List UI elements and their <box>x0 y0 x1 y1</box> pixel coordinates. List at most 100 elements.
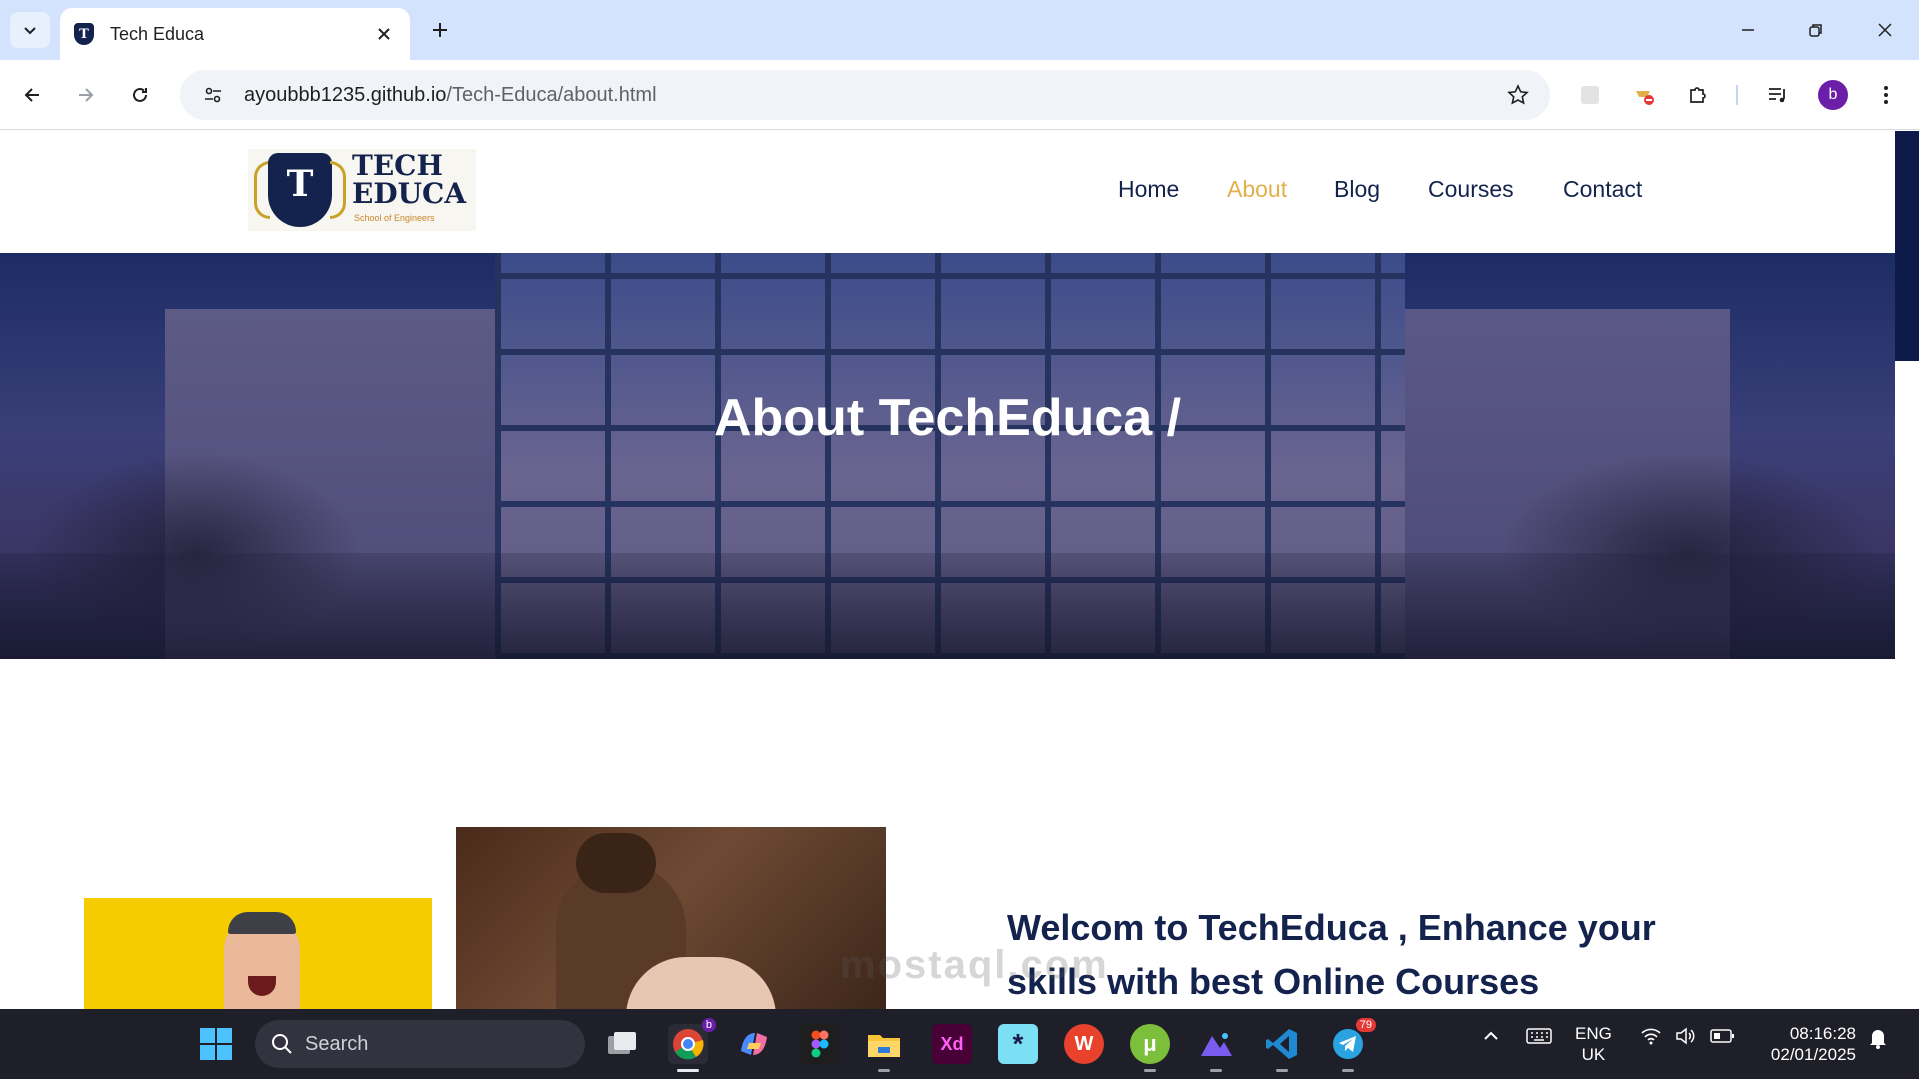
reload-button[interactable] <box>120 75 160 115</box>
logo-mark: T <box>286 163 314 205</box>
taskbar-photos[interactable] <box>1196 1024 1236 1072</box>
tab-close-button[interactable] <box>372 22 396 46</box>
page-scrollbar[interactable] <box>1895 131 1919 1009</box>
arrow-right-icon <box>79 88 94 102</box>
star-icon <box>1507 84 1529 105</box>
battery-icon <box>1710 1029 1735 1043</box>
chevron-up-icon <box>1484 1031 1498 1040</box>
extension-button-2[interactable] <box>1624 75 1664 115</box>
chrome-icon <box>673 1029 704 1060</box>
more-vertical-icon <box>1884 86 1888 104</box>
logo-line2: EDUCA <box>352 177 467 210</box>
taskbar-figma[interactable] <box>800 1024 840 1064</box>
plus-icon <box>433 23 447 37</box>
hero-trees-right <box>1500 453 1880 653</box>
vscode-icon <box>1266 1029 1297 1059</box>
bookmark-button[interactable] <box>1496 73 1540 117</box>
nav-link-blog[interactable]: Blog <box>1334 176 1380 203</box>
site-favicon: T <box>74 23 94 45</box>
profile-avatar[interactable]: b <box>1818 80 1848 110</box>
new-tab-button[interactable] <box>424 14 456 46</box>
clock-date: 02/01/2025 <box>1770 1045 1856 1064</box>
taskbar-utorrent[interactable]: μ <box>1130 1024 1170 1072</box>
chevron-down-icon <box>24 27 36 35</box>
task-view-button[interactable] <box>602 1024 642 1064</box>
close-icon <box>1878 23 1892 37</box>
tab-search-button[interactable] <box>10 12 50 48</box>
nav-link-about[interactable]: About <box>1227 176 1287 203</box>
nav-link-courses[interactable]: Courses <box>1428 176 1514 203</box>
quick-settings-button[interactable] <box>1640 1027 1736 1050</box>
taskbar-telegram[interactable]: 79 <box>1328 1018 1376 1072</box>
puzzle-icon <box>1690 87 1706 103</box>
folder-icon <box>868 1035 900 1057</box>
address-bar[interactable]: ayoubbb1235.github.io/Tech-Educa/about.h… <box>180 70 1550 120</box>
taskbar-file-explorer[interactable] <box>864 1024 904 1072</box>
url-text: ayoubbb1235.github.io/Tech-Educa/about.h… <box>244 84 1496 107</box>
browser-tab-active[interactable]: T Tech Educa <box>60 8 410 60</box>
running-app-indicator <box>1342 1069 1354 1072</box>
extension-button-1[interactable] <box>1570 75 1610 115</box>
show-hidden-icons-button[interactable] <box>1482 1027 1500 1050</box>
taskbar-clock[interactable]: 08:16:28 02/01/2025 <box>1760 1023 1856 1065</box>
notifications-button[interactable] <box>1868 1027 1888 1054</box>
close-window-button[interactable] <box>1855 8 1915 52</box>
media-control-button[interactable] <box>1758 75 1798 115</box>
extensions-menu-button[interactable] <box>1678 75 1718 115</box>
telegram-icon <box>1333 1029 1363 1059</box>
reload-icon <box>133 87 147 102</box>
browser-toolbar: ayoubbb1235.github.io/Tech-Educa/about.h… <box>0 60 1919 130</box>
watermark-text: mostaql.com <box>840 943 1109 987</box>
input-language-indicator[interactable]: ENG UK <box>1575 1023 1612 1065</box>
running-app-indicator <box>1144 1069 1156 1072</box>
bell-icon <box>1870 1030 1886 1049</box>
woman-bun <box>576 833 656 893</box>
url-host: ayoubbb1235.github.io <box>244 83 447 106</box>
back-button[interactable] <box>12 75 52 115</box>
tab-title: Tech Educa <box>110 23 205 44</box>
scrollbar-thumb[interactable] <box>1895 131 1919 361</box>
search-icon <box>272 1034 292 1054</box>
nav-link-home[interactable]: Home <box>1118 176 1179 203</box>
tune-icon <box>205 87 221 103</box>
active-app-indicator <box>677 1069 699 1072</box>
touch-keyboard-button[interactable] <box>1526 1027 1552 1050</box>
restore-icon <box>1809 24 1822 37</box>
close-icon <box>378 28 390 40</box>
wifi-icon <box>1641 1028 1661 1045</box>
restore-button[interactable] <box>1786 8 1846 52</box>
chrome-profile-badge: b <box>701 1018 716 1032</box>
minimize-button[interactable] <box>1718 8 1778 52</box>
browser-tabstrip: T Tech Educa <box>0 0 1919 60</box>
nav-link-contact[interactable]: Contact <box>1563 176 1642 203</box>
volume-icon <box>1676 1027 1695 1045</box>
hero-banner: About TechEduca / <box>0 253 1895 659</box>
language-code: ENG <box>1575 1024 1612 1043</box>
keyboard-layout: UK <box>1581 1045 1606 1064</box>
taskbar-wps-office[interactable]: W <box>1064 1024 1104 1064</box>
site-header: T TECH EDUCA School of Engineers Home Ab… <box>0 131 1895 253</box>
taskbar-copilot[interactable] <box>734 1024 774 1064</box>
forward-button[interactable] <box>66 75 106 115</box>
task-view-icon <box>608 1032 636 1054</box>
taskbar-vscode[interactable] <box>1262 1024 1302 1072</box>
windows-logo-icon <box>200 1028 232 1060</box>
clock-time: 08:16:28 <box>1789 1024 1856 1043</box>
running-app-indicator <box>1276 1069 1288 1072</box>
site-logo[interactable]: T TECH EDUCA School of Engineers <box>248 149 476 231</box>
copilot-icon <box>741 1033 767 1055</box>
taskbar-search[interactable]: Search <box>255 1020 585 1068</box>
figma-icon <box>811 1030 829 1058</box>
browser-menu-button[interactable] <box>1866 75 1906 115</box>
start-button[interactable] <box>196 1024 236 1064</box>
minimize-icon <box>1742 29 1754 31</box>
student-face <box>224 912 300 1009</box>
taskbar-adobe-xd[interactable]: Xd <box>932 1024 972 1064</box>
taskbar-chrome[interactable]: b <box>668 1018 716 1072</box>
welcome-heading: Welcom to TechEduca , Enhance your skill… <box>1007 907 1656 1002</box>
arrow-left-icon <box>24 88 39 102</box>
shield-icon: T <box>268 153 332 227</box>
taskbar-asterisk-app[interactable]: * <box>998 1024 1038 1064</box>
site-info-button[interactable] <box>198 80 228 110</box>
student-photo-yellow <box>84 898 432 1009</box>
